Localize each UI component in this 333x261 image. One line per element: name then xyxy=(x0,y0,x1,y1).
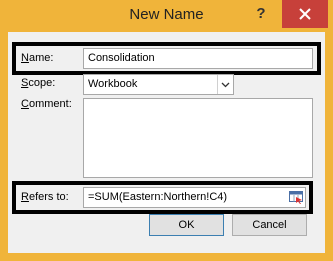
help-button[interactable]: ? xyxy=(248,2,274,26)
cancel-button[interactable]: Cancel xyxy=(232,214,307,236)
refers-to-input[interactable]: =SUM(Eastern:Northern!C4) xyxy=(83,187,306,208)
range-picker-icon[interactable] xyxy=(289,191,303,204)
title-bar: New Name ? xyxy=(0,0,333,32)
new-name-dialog: New Name ? Name: Consolidation Scope: Wo… xyxy=(0,0,333,261)
name-input[interactable]: Consolidation xyxy=(83,48,313,69)
scope-dropdown[interactable]: Workbook xyxy=(83,74,234,95)
comment-textarea[interactable] xyxy=(83,98,313,178)
comment-label: Comment: xyxy=(21,98,72,110)
ok-button[interactable]: OK xyxy=(149,214,224,236)
name-label: Name: xyxy=(21,52,54,64)
refers-to-label: Refers to: xyxy=(21,191,69,203)
close-icon xyxy=(299,8,311,20)
chevron-down-icon[interactable] xyxy=(217,75,233,94)
scope-label: Scope: xyxy=(21,77,56,89)
close-button[interactable] xyxy=(282,0,328,28)
